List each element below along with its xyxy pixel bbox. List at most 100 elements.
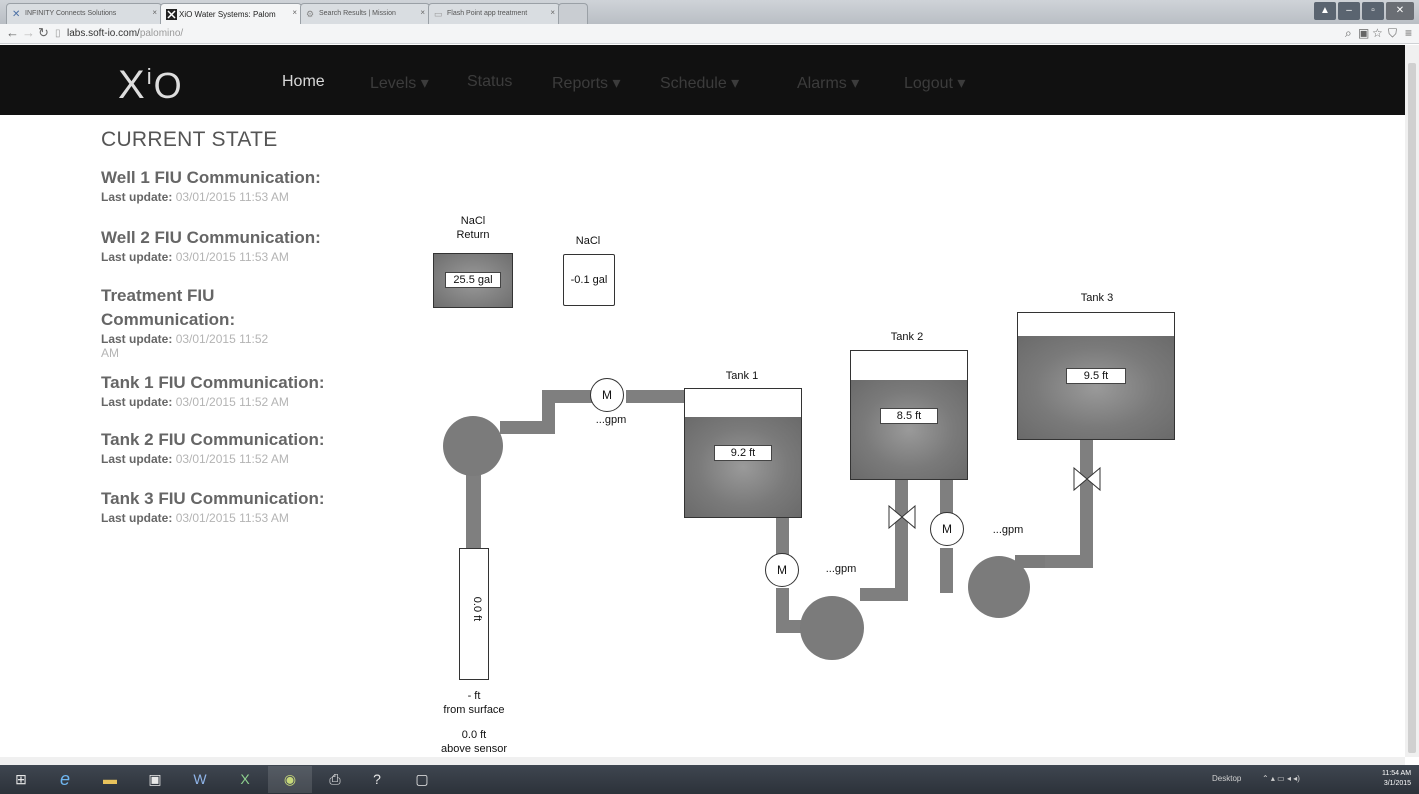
comm-status-item: Treatment FIU Communication: Last update… (101, 284, 271, 360)
flow-rate-2: ...gpm (825, 563, 857, 575)
nacl-value: -0.1 gal (570, 274, 608, 286)
valve-icon[interactable] (1073, 466, 1101, 492)
well-above-value: 0.0 ft (461, 729, 487, 741)
chrome-icon[interactable]: ◉ (275, 769, 305, 790)
comm-name: Tank 2 FIU Communication: (101, 430, 325, 449)
back-arrow-icon[interactable]: ← (6, 25, 19, 40)
xio-logo[interactable]: XiO (118, 63, 183, 108)
comm-name: Tank 1 FIU Communication: (101, 373, 325, 392)
browser-toolbar: ← → ↻ ▯ labs.soft-io.com/palomino/ ⌕ ▣ ☆… (0, 24, 1419, 44)
nav-schedule[interactable]: Schedule ▾ (660, 73, 739, 93)
close-tab-icon[interactable]: × (292, 8, 297, 17)
word-icon[interactable]: W (185, 769, 215, 790)
last-update: Last update: 03/01/2015 11:53 AM (101, 190, 289, 204)
vertical-scrollbar[interactable] (1405, 45, 1419, 757)
printer-icon[interactable]: ⎙ (320, 769, 350, 790)
browser-tab[interactable]: ⚙ Search Results | Mission × (300, 3, 430, 24)
last-update: Last update: 03/01/2015 11:52 AM (101, 332, 269, 360)
pipe (466, 470, 481, 550)
tray-label: Desktop (1212, 774, 1242, 783)
extension-icon[interactable]: ▣ (1358, 26, 1369, 40)
tank2-level: 8.5 ft (880, 408, 938, 424)
infinity-favicon-icon: ✕ (12, 9, 21, 20)
windows-start-icon[interactable]: ⊞ (6, 769, 36, 790)
tank2-fill (851, 380, 967, 479)
comm-name: Well 2 FIU Communication: (101, 228, 321, 247)
internet-explorer-icon[interactable]: e (50, 769, 80, 790)
nav-logout[interactable]: Logout ▾ (904, 73, 965, 93)
tank3-fill (1018, 335, 1174, 439)
windows-taskbar: ⊞ e ▬ ▣ W X ◉ ⎙ ? ▢ Desktop ⌃ ▴ ▭ ◂ ◂) 1… (0, 765, 1419, 794)
zoom-icon[interactable]: ⌕ (1345, 26, 1352, 41)
tank2-name: Tank 2 (890, 331, 924, 343)
flow-meter-icon: M (930, 512, 964, 546)
valve-icon[interactable] (888, 504, 916, 530)
nav-levels[interactable]: Levels ▾ (370, 73, 429, 93)
restore-icon[interactable]: ▫ (1362, 2, 1384, 20)
pipe (895, 478, 908, 601)
comm-status-item: Tank 1 FIU Communication: Last update: 0… (101, 371, 361, 409)
user-icon[interactable]: ▲ (1314, 2, 1336, 20)
file-explorer-icon[interactable]: ▬ (95, 769, 125, 790)
nacl-return-value: 25.5 gal (445, 272, 501, 288)
close-tab-icon[interactable]: × (152, 8, 157, 17)
window-icon[interactable]: ▢ (407, 769, 437, 790)
comm-name: Tank 3 FIU Communication: (101, 489, 325, 508)
nav-home[interactable]: Home (282, 73, 325, 91)
help-icon[interactable]: ? (362, 769, 392, 790)
browser-tab-strip: ✕ INFINITY Connects Solutions × XiO Wate… (0, 0, 1419, 24)
well-pump (443, 416, 503, 476)
pipe (626, 390, 686, 403)
well-above-label: above sensor (440, 743, 508, 755)
system-clock[interactable]: 11:54 AM 3/1/2015 (1382, 769, 1411, 789)
browser-tab[interactable]: ▭ Flash Point app treatment × (428, 3, 560, 24)
page-favicon-icon: ▭ (434, 9, 443, 19)
pipe (542, 390, 592, 403)
nav-alarms[interactable]: Alarms ▾ (797, 73, 859, 93)
browser-tab-active[interactable]: XiO Water Systems: Palom × (160, 3, 302, 24)
shield-icon[interactable]: ⛉ (1388, 26, 1397, 41)
store-icon[interactable]: ▣ (140, 769, 170, 790)
tank3-level: 9.5 ft (1066, 368, 1126, 384)
page-icon: ▯ (55, 28, 61, 39)
well-depth-label: from surface (443, 704, 505, 716)
browser-tab[interactable]: ✕ INFINITY Connects Solutions × (6, 3, 162, 24)
close-tab-icon[interactable]: × (420, 8, 425, 17)
xio-favicon-icon (166, 9, 177, 20)
new-tab-button[interactable] (558, 3, 588, 24)
excel-icon[interactable]: X (230, 769, 260, 790)
reload-icon[interactable]: ↻ (38, 25, 49, 41)
comm-name: Treatment FIU Communication: (101, 286, 236, 329)
forward-arrow-icon[interactable]: → (22, 25, 35, 40)
horizontal-scrollbar[interactable] (0, 757, 1405, 765)
last-update: Last update: 03/01/2015 11:52 AM (101, 452, 289, 466)
tank3-name: Tank 3 (1080, 292, 1114, 304)
comm-name: Well 1 FIU Communication: (101, 168, 321, 187)
comm-status-item: Tank 3 FIU Communication: Last update: 0… (101, 487, 361, 525)
flow-rate-1: ...gpm (595, 414, 627, 426)
address-bar[interactable]: ▯ labs.soft-io.com/palomino/ (55, 26, 1295, 42)
pipe (940, 548, 953, 593)
nacl-return-label: NaCl Return (456, 215, 490, 241)
tank1-level: 9.2 ft (714, 445, 772, 461)
comm-status-item: Tank 2 FIU Communication: Last update: 0… (101, 428, 361, 466)
tray-icons[interactable]: ⌃ ▴ ▭ ◂ ◂) (1262, 774, 1300, 783)
nav-status[interactable]: Status (467, 73, 512, 91)
app-navbar: XiO Home Levels ▾ Status Reports ▾ Sched… (0, 45, 1405, 115)
scrollbar-thumb[interactable] (1408, 63, 1416, 753)
tank1-name: Tank 1 (725, 370, 759, 382)
flow-meter-icon: M (765, 553, 799, 587)
tank1-fill (685, 417, 801, 517)
minimize-icon[interactable]: – (1338, 2, 1360, 20)
nav-reports[interactable]: Reports ▾ (552, 73, 621, 93)
comm-status-item: Well 1 FIU Communication: Last update: 0… (101, 166, 361, 204)
flow-rate-3: ...gpm (992, 524, 1024, 536)
bookmark-star-icon[interactable]: ☆ (1372, 26, 1383, 40)
menu-icon[interactable]: ≡ (1405, 26, 1412, 40)
tank1-pump (800, 596, 864, 660)
last-update: Last update: 03/01/2015 11:52 AM (101, 395, 289, 409)
close-window-icon[interactable]: ✕ (1386, 2, 1414, 20)
last-update: Last update: 03/01/2015 11:53 AM (101, 511, 289, 525)
close-tab-icon[interactable]: × (550, 8, 555, 17)
flow-meter-icon: M (590, 378, 624, 412)
